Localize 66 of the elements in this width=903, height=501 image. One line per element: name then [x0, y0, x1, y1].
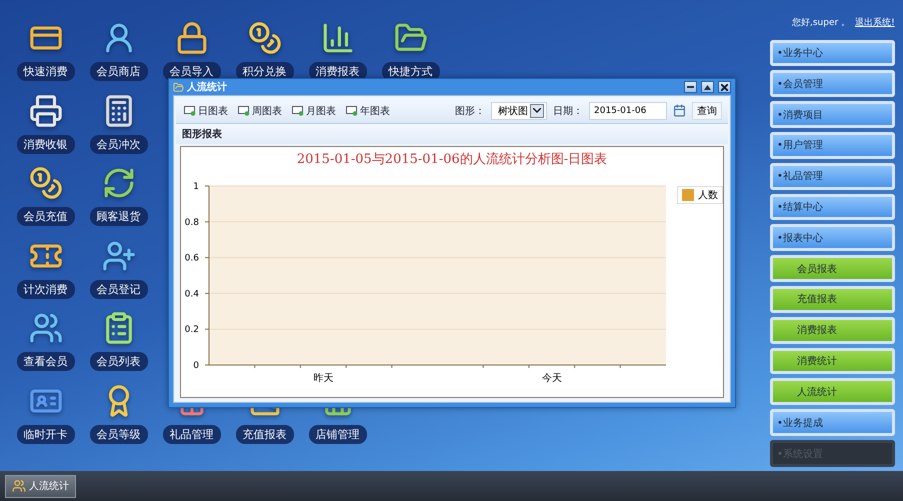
date-label: 日期：: [553, 104, 583, 118]
desktop-icon-label[interactable]: 快速消费: [16, 62, 74, 81]
minimize-button[interactable]: [684, 81, 697, 93]
desktop-icon-label[interactable]: 会员等级: [90, 424, 148, 444]
chart-title: 2015-01-05与2015-01-06的人流统计分析图-日图表: [296, 151, 608, 169]
desktop-icon-label[interactable]: 会员充值: [16, 207, 74, 226]
minimize-icon: [687, 86, 694, 88]
section-title: 图形报表: [182, 128, 222, 141]
menu-item[interactable]: •结算中心: [770, 194, 895, 220]
desktop-icon-label[interactable]: 消费收银: [16, 134, 74, 154]
menu-item[interactable]: •业务提成: [770, 409, 895, 436]
axis-category-label: 今天: [542, 373, 562, 384]
maximize-button[interactable]: [701, 81, 714, 93]
desktop-icon-label[interactable]: 会员列表: [90, 352, 148, 372]
window-add-icon: [238, 105, 250, 116]
shape-label: 图形：: [455, 104, 485, 118]
triangle-up-icon: [704, 84, 711, 90]
window-add-icon: [346, 105, 358, 116]
menu-item[interactable]: •礼品管理: [770, 162, 895, 190]
chart-type-button[interactable]: 月图表: [290, 104, 338, 118]
close-button[interactable]: [718, 81, 731, 93]
axis-tick-label: 0.2: [184, 325, 199, 336]
desktop-icon-label[interactable]: 充值报表: [236, 424, 294, 444]
menu-item[interactable]: 消费统计: [770, 348, 895, 374]
window-add-icon: [292, 105, 304, 116]
logout-link[interactable]: 退出系统!: [855, 16, 895, 40]
menu-item[interactable]: 消费报表: [770, 316, 895, 344]
desktop-icon-label[interactable]: 会员登记: [90, 280, 148, 299]
desktop-icon-label[interactable]: 会员商店: [90, 62, 148, 81]
desktop-icon-label[interactable]: 顾客退货: [90, 207, 148, 226]
greeting-text: 您好,super 。: [792, 16, 850, 30]
axis-category-label: 昨天: [313, 373, 334, 384]
folder-icon: [173, 82, 184, 92]
chart-type-button[interactable]: 年图表: [344, 104, 392, 118]
menu-item[interactable]: •报表中心: [770, 224, 895, 252]
menu-item[interactable]: •用户管理: [770, 132, 895, 159]
menu-item[interactable]: 人流统计: [770, 378, 895, 406]
query-button[interactable]: 查询: [692, 102, 722, 120]
users-icon: [12, 479, 26, 493]
menu-item[interactable]: •消费项目: [770, 101, 895, 128]
axis-tick-label: 0: [193, 361, 199, 371]
desktop-icon-label[interactable]: 计次消费: [16, 280, 74, 299]
window-add-icon: [184, 105, 196, 116]
chart-type-button[interactable]: 周图表: [236, 104, 284, 118]
desktop-icon-label[interactable]: 临时开卡: [16, 424, 74, 444]
desktop-icon-label[interactable]: 会员冲次: [90, 134, 148, 154]
menu-item[interactable]: 充值报表: [770, 286, 895, 313]
caret-icon: [533, 108, 541, 113]
desktop-icon-label[interactable]: 店铺管理: [308, 424, 366, 444]
axis-tick-label: 0.4: [184, 289, 199, 300]
axis-tick-label: 0.8: [184, 218, 199, 228]
chart-shape-dropdown[interactable]: 树状图: [491, 102, 547, 120]
calendar-icon[interactable]: [673, 104, 686, 117]
date-field[interactable]: 2015-01-06: [589, 102, 667, 120]
desktop-icon-label[interactable]: 查看会员: [16, 352, 74, 372]
axis-tick-label: 0.6: [184, 254, 199, 264]
menu-item[interactable]: •会员管理: [770, 70, 895, 98]
taskbar-button[interactable]: 人流统计: [5, 474, 76, 498]
chart-type-button[interactable]: 日图表: [182, 104, 230, 118]
close-icon: [721, 84, 728, 90]
desktop-icon-label[interactable]: 礼品管理: [162, 424, 220, 444]
menu-item[interactable]: 会员报表: [770, 255, 895, 282]
menu-item[interactable]: •业务中心: [770, 40, 895, 66]
window-title: 人流统计: [187, 80, 228, 94]
legend-label: 人数: [698, 189, 718, 202]
axis-tick-label: 1: [193, 182, 199, 192]
